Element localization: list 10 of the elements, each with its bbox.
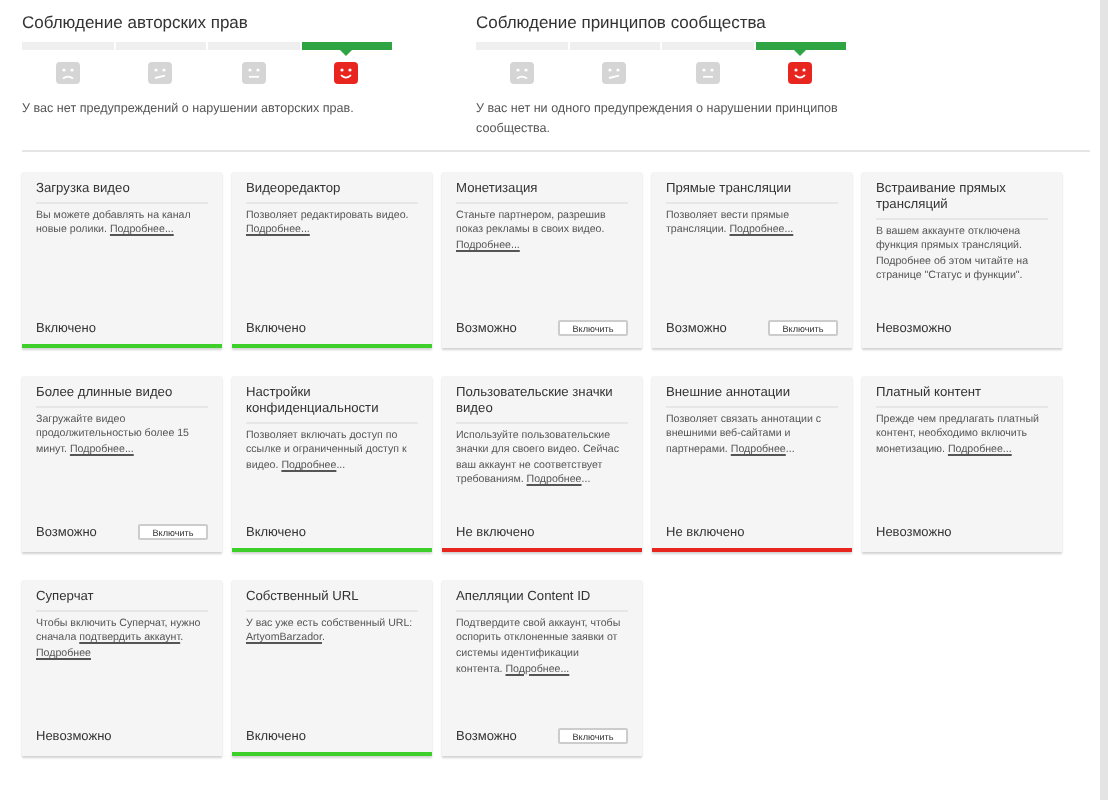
face-icon — [55, 62, 80, 84]
face-icon — [509, 62, 534, 84]
face-icon — [695, 62, 720, 84]
face-icon — [148, 62, 173, 84]
section-title: Соблюдение авторских прав — [22, 12, 250, 36]
face-icon — [788, 62, 813, 84]
face-icon — [334, 62, 359, 84]
face-icon — [241, 62, 266, 84]
section-title: Соблюдение принципов сообщества — [476, 12, 768, 36]
face-icon — [602, 62, 627, 84]
